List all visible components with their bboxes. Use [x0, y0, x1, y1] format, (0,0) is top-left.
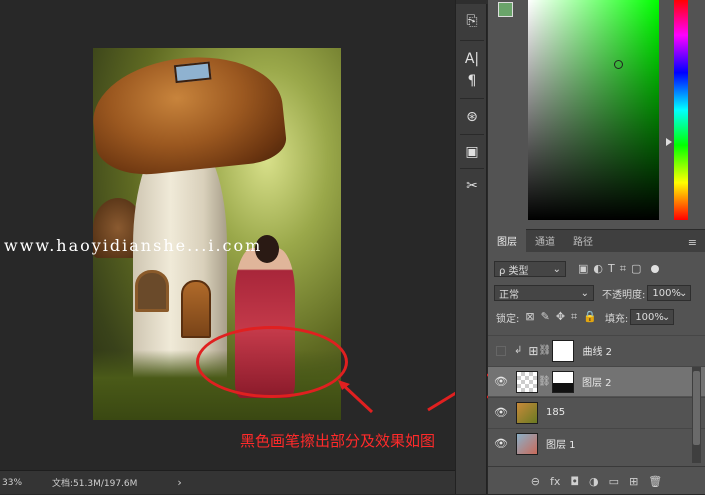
cap-window — [173, 61, 212, 84]
foreground-color-swatch[interactable] — [498, 2, 513, 17]
lock-transparent-icon[interactable]: ⊠ — [525, 310, 534, 324]
blend-mode-select[interactable]: 正常 ⌄ — [494, 285, 594, 301]
curves-adjustment-icon: ⊞ — [528, 343, 539, 358]
eye-icon[interactable]: 👁 — [488, 437, 514, 450]
trash-icon[interactable]: 🗑 — [648, 475, 662, 488]
lock-icons: ⊠ ✎ ✥ ⌗ 🔒 — [525, 310, 597, 324]
chevron-down-icon: ⌄ — [678, 287, 688, 299]
blend-row: 正常 ⌄ 不透明度: 100% ⌄ — [488, 282, 705, 304]
filter-smartobject-icon[interactable]: ▢ — [631, 262, 641, 276]
lock-artboard-icon[interactable]: ⌗ — [571, 310, 577, 324]
dock-grip[interactable] — [456, 0, 488, 4]
layer-row-185[interactable]: 👁 185 — [488, 397, 705, 427]
filter-row: ρ 类型 ⌄ ▣ ◐ T ⌗ ▢ — [488, 258, 705, 280]
hue-slider[interactable] — [674, 0, 688, 220]
layer-thumbnail[interactable] — [516, 401, 538, 424]
watermark-text: www.haoyidianshe...i.com — [4, 236, 263, 255]
chevron-down-icon: ⌄ — [552, 263, 561, 275]
chain-link-icon[interactable]: ⛓ — [538, 345, 551, 356]
chevron-down-icon: ⌄ — [661, 311, 671, 323]
tab-channels[interactable]: 通道 — [526, 229, 564, 252]
stem-window — [135, 270, 169, 312]
lock-all-icon[interactable]: 🔒 — [583, 310, 597, 324]
layer-mask-thumbnail[interactable] — [552, 370, 574, 393]
layers-panel-tabs: 图层 通道 路径 ≡ — [488, 229, 705, 252]
highlight-ellipse-canvas — [196, 326, 348, 398]
filter-toggle[interactable] — [651, 265, 660, 273]
new-group-icon[interactable]: ▭ — [609, 475, 619, 488]
layer-thumbnail[interactable] — [516, 370, 538, 393]
annotation-arrow-left — [338, 380, 374, 414]
opacity-field[interactable]: 100% ⌄ — [647, 285, 692, 301]
layer-name: 图层 2 — [582, 378, 612, 389]
panel-menu-icon[interactable]: ≡ — [688, 236, 697, 249]
color-panel — [488, 0, 705, 228]
visibility-toggle-off[interactable] — [488, 345, 514, 356]
lock-pixels-icon[interactable]: ✎ — [541, 310, 550, 324]
adjustment-layer-icon[interactable]: ◑ — [589, 475, 599, 488]
fill-label: 填充: — [604, 313, 629, 325]
clipping-arrow-icon: ↲ — [514, 345, 523, 356]
hue-marker[interactable] — [666, 138, 672, 146]
tools-crossed-icon[interactable]: ✂ — [459, 173, 485, 199]
layers-panel: 图层 通道 路径 ≡ ρ 类型 ⌄ ▣ ◐ T ⌗ ▢ 正常 ⌄ 不透明度: 1… — [488, 229, 705, 494]
filter-shape-icon[interactable]: ⌗ — [620, 262, 626, 276]
layer-row-curves[interactable]: ↲ ⊞ ⛓ 曲线 2 — [488, 335, 705, 365]
mushroom-cap — [93, 48, 289, 180]
layer-mask-thumbnail[interactable] — [552, 339, 575, 362]
color-picker-circle[interactable] — [614, 60, 623, 69]
filter-adjustment-icon[interactable]: ◐ — [593, 262, 603, 276]
new-layer-icon[interactable]: ⊞ — [629, 475, 638, 488]
lock-label: 锁定: — [496, 313, 520, 325]
lock-position-icon[interactable]: ✥ — [556, 310, 565, 324]
doc-size: 文档:51.3M/197.6M — [52, 479, 138, 489]
fx-icon[interactable]: fx — [550, 475, 560, 488]
brush-history-icon[interactable]: ⎘ — [459, 8, 485, 34]
filter-type-icon[interactable]: T — [608, 262, 615, 276]
mushroom-door — [181, 280, 211, 338]
layer-row-layer2[interactable]: 👁 ⛓ 图层 2 — [488, 366, 705, 396]
layer-name: 曲线 2 — [582, 347, 612, 358]
eye-icon[interactable]: 👁 — [488, 375, 514, 388]
eye-icon[interactable]: 👁 — [488, 406, 514, 419]
status-menu-arrow[interactable]: › — [177, 476, 181, 489]
zoom-level[interactable]: 33% — [0, 478, 22, 488]
layer-name: 图层 1 — [546, 440, 576, 451]
layer-thumbnail[interactable] — [516, 432, 538, 455]
status-bar: 33% 文档:51.3M/197.6M › — [0, 470, 455, 494]
tab-paths[interactable]: 路径 — [564, 229, 602, 252]
tab-layers[interactable]: 图层 — [488, 229, 526, 252]
right-panel: 图层 通道 路径 ≡ ρ 类型 ⌄ ▣ ◐ T ⌗ ▢ 正常 ⌄ 不透明度: 1… — [488, 0, 705, 494]
layers-scrollbar[interactable] — [692, 367, 701, 463]
filter-pixel-icon[interactable]: ▣ — [578, 262, 588, 276]
add-mask-icon[interactable]: ◘ — [570, 475, 579, 488]
fill-field[interactable]: 100% ⌄ — [630, 309, 675, 325]
lock-row: 锁定: ⊠ ✎ ✥ ⌗ 🔒 填充: 100% ⌄ — [488, 306, 705, 328]
layer-name: 185 — [546, 407, 566, 418]
panel-dock-toolbar: ⎘ A| ¶ ⊛ ▣ ✂ — [455, 0, 488, 494]
scrollbar-thumb[interactable] — [693, 371, 700, 445]
clone-source-icon[interactable]: ⊛ — [459, 104, 485, 130]
folder-history-icon[interactable]: ▣ — [459, 139, 485, 165]
opacity-label: 不透明度: — [602, 289, 646, 301]
annotation-text: 黑色画笔擦出部分及效果如图 — [240, 432, 436, 450]
layers-footer: ⊖ fx ◘ ◑ ▭ ⊞ 🗑 — [488, 466, 705, 495]
layer-row-layer1[interactable]: 👁 图层 1 — [488, 428, 705, 458]
filter-kind-select[interactable]: ρ 类型 ⌄ — [494, 261, 566, 277]
color-field[interactable] — [528, 0, 659, 220]
chevron-down-icon: ⌄ — [580, 287, 589, 299]
paragraph-icon[interactable]: ¶ — [459, 68, 485, 94]
filter-icons: ▣ ◐ T ⌗ ▢ — [578, 262, 641, 276]
link-layers-icon[interactable]: ⊖ — [531, 475, 540, 488]
chain-link-icon[interactable]: ⛓ — [538, 376, 551, 387]
